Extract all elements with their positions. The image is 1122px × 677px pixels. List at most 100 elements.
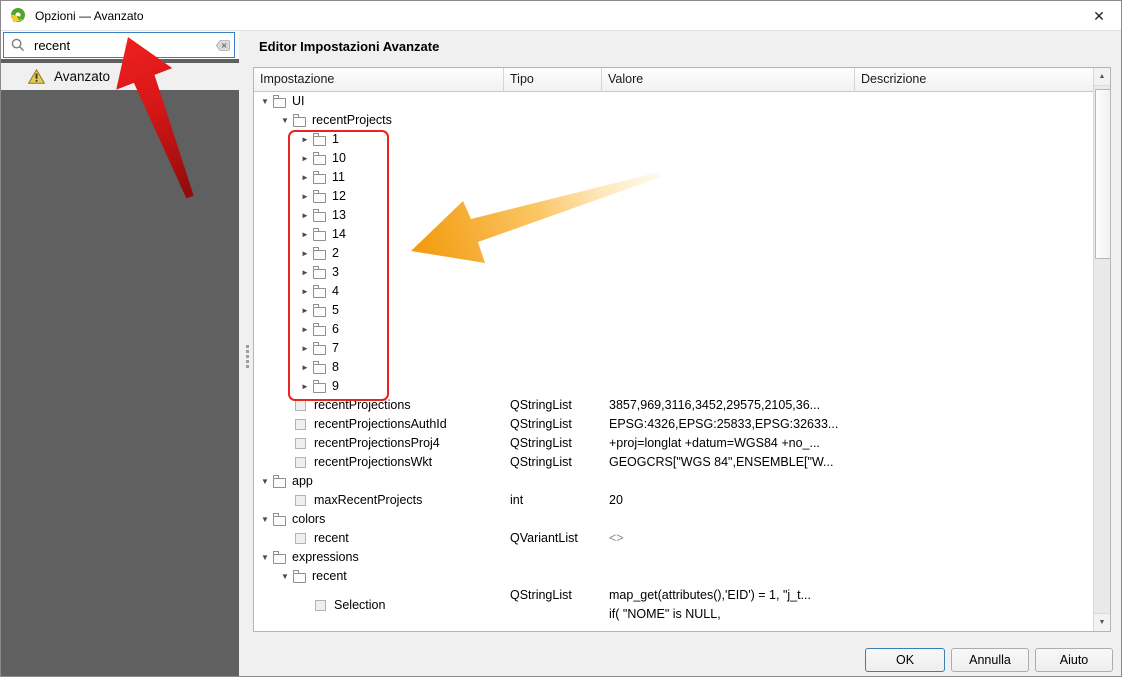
setting-description [855,548,1093,567]
setting-description [855,434,1093,453]
setting-name: 13 [332,208,346,222]
tree-row[interactable]: ▼ expressions [254,548,1093,567]
splitter-grip[interactable] [246,345,249,348]
expand-closed-icon[interactable]: ► [297,339,313,358]
folder-icon [313,246,326,260]
tree-row[interactable]: maxRecentProjects int 20 [254,491,1093,510]
folder-icon [313,379,326,393]
tree-row[interactable]: ► 5 [254,301,1093,320]
column-header-impostazione[interactable]: Impostazione [254,68,504,92]
column-header-valore[interactable]: Valore [602,68,855,92]
setting-type [504,567,602,586]
tree-row[interactable]: ▼ app [254,472,1093,491]
tree-row[interactable]: ► 9 [254,377,1093,396]
expand-open-icon[interactable]: ▼ [277,567,293,586]
expand-closed-icon[interactable]: ► [297,187,313,206]
ok-button[interactable]: OK [865,648,945,672]
expand-closed-icon[interactable]: ► [297,168,313,187]
tree-row[interactable]: ► 6 [254,320,1093,339]
setting-value: map_get(attributes(),'EID') = 1, "j_t...… [609,588,811,621]
tree-row[interactable]: ► 7 [254,339,1093,358]
folder-icon [313,265,326,279]
setting-type [504,225,602,244]
settings-table: Impostazione Tipo Valore Descrizione ▼ UI… [253,67,1111,632]
expand-closed-icon[interactable]: ► [297,282,313,301]
column-header-descrizione[interactable]: Descrizione [855,68,1093,92]
setting-name: 8 [332,360,339,374]
scroll-down-icon[interactable]: ▼ [1094,613,1110,631]
expand-closed-icon[interactable]: ► [297,149,313,168]
expand-open-icon[interactable]: ▼ [277,111,293,130]
expand-open-icon[interactable]: ▼ [257,510,273,529]
folder-icon [273,512,286,526]
setting-value [602,168,855,187]
expand-open-icon[interactable]: ▼ [257,472,273,491]
clear-search-icon[interactable] [209,39,230,52]
tree-row[interactable]: ► 3 [254,263,1093,282]
setting-checkbox-icon [295,495,306,506]
tree-row[interactable]: recentProjectionsWkt QStringList GEOGCRS["… [254,453,1093,472]
cancel-button[interactable]: Annulla [951,648,1029,672]
setting-checkbox-icon [295,533,306,544]
setting-name: recentProjects [312,113,392,127]
tree-row[interactable]: ► 12 [254,187,1093,206]
help-button[interactable]: Aiuto [1035,648,1113,672]
expand-closed-icon[interactable]: ► [297,263,313,282]
tree-row[interactable]: ▼ recentProjects [254,111,1093,130]
folder-icon [313,360,326,374]
tree-row[interactable]: ► 2 [254,244,1093,263]
tree-row[interactable]: ► 1 [254,130,1093,149]
tree-row[interactable]: ► 13 [254,206,1093,225]
tree-row[interactable]: ► 8 [254,358,1093,377]
setting-name: 12 [332,189,346,203]
setting-value [602,111,855,130]
scroll-up-icon[interactable]: ▲ [1094,68,1110,86]
setting-checkbox-icon [295,438,306,449]
tree-row[interactable]: ► 11 [254,168,1093,187]
expand-closed-icon[interactable]: ► [297,130,313,149]
setting-name: 11 [332,170,345,184]
warning-icon [28,69,45,84]
setting-value [602,206,855,225]
tree-row[interactable]: recentProjectionsAuthId QStringList EPSG:4… [254,415,1093,434]
expand-closed-icon[interactable]: ► [297,377,313,396]
expand-open-icon[interactable]: ▼ [257,548,273,567]
setting-type [504,130,602,149]
setting-description [855,301,1093,320]
expand-closed-icon[interactable]: ► [297,225,313,244]
search-input[interactable] [32,36,209,54]
tree-row[interactable]: ► 4 [254,282,1093,301]
expand-closed-icon[interactable]: ► [297,301,313,320]
setting-type: QStringList [510,436,572,450]
table-header: Impostazione Tipo Valore Descrizione [254,68,1093,92]
folder-icon [313,132,326,146]
search-box[interactable] [3,32,235,58]
tree-row[interactable]: recent QVariantList <> [254,529,1093,548]
vertical-scrollbar[interactable]: ▲ ▼ [1093,68,1111,631]
setting-name: 6 [332,322,339,336]
scrollbar-thumb[interactable] [1095,89,1111,259]
sidebar-item-avanzato[interactable]: Avanzato [1,63,239,90]
column-header-tipo[interactable]: Tipo [504,68,602,92]
tree-row[interactable]: ► 10 [254,149,1093,168]
tree-row[interactable]: ▼ colors [254,510,1093,529]
tree-row[interactable]: recentProjections QStringList 3857,969,311… [254,396,1093,415]
tree-row[interactable]: Selection QStringList map_get(attributes()… [254,586,1093,624]
expand-closed-icon[interactable]: ► [297,358,313,377]
tree-row[interactable]: recentProjectionsProj4 QStringList +proj=l… [254,434,1093,453]
setting-type [504,244,602,263]
expand-closed-icon[interactable]: ► [297,206,313,225]
expand-open-icon[interactable]: ▼ [257,92,273,111]
setting-name: 9 [332,379,339,393]
setting-description [855,149,1093,168]
tree-row[interactable]: ▼ UI [254,92,1093,111]
tree-row[interactable]: ▼ recent [254,567,1093,586]
expand-closed-icon[interactable]: ► [297,244,313,263]
setting-type [504,92,602,111]
close-icon[interactable]: ✕ [1077,1,1121,31]
setting-description [855,263,1093,282]
setting-description [855,168,1093,187]
expand-closed-icon[interactable]: ► [297,320,313,339]
setting-checkbox-icon [295,457,306,468]
tree-row[interactable]: ► 14 [254,225,1093,244]
